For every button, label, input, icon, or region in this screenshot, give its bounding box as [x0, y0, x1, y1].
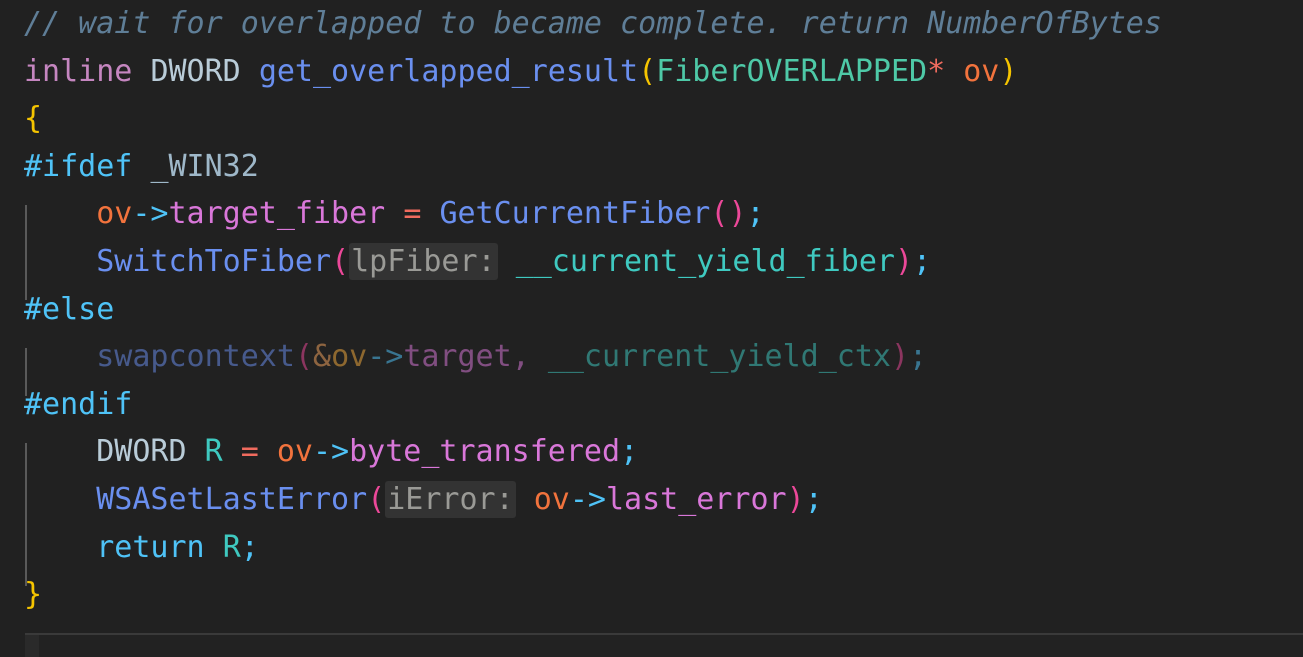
function-swapcontext: swapcontext [96, 339, 295, 375]
local-variable-r: R [222, 529, 241, 565]
code-line-7[interactable]: #else [0, 286, 1303, 334]
type-dword: DWORD [150, 53, 241, 89]
paren-open: ( [367, 481, 386, 517]
code-line-8[interactable]: swapcontext(&ov->target, __current_yield… [0, 333, 1303, 381]
paren-open: ( [294, 339, 313, 375]
code-line-12[interactable]: return R; [0, 524, 1303, 572]
global-current-yield-fiber: __current_yield_fiber [515, 243, 895, 279]
arrow-operator: -> [132, 196, 169, 232]
inlay-hint-lpfiber[interactable]: lpFiber: [349, 242, 498, 280]
semicolon: ; [746, 196, 765, 232]
code-line-4[interactable]: #ifdef _WIN32 [0, 143, 1303, 191]
paren-close: ) [999, 53, 1018, 89]
function-wsasetlasterror: WSASetLastError [96, 481, 368, 517]
variable-ov: ov [331, 339, 368, 375]
assign-operator: = [403, 196, 422, 232]
code-lines-container[interactable]: // wait for overlapped to became complet… [0, 0, 1303, 630]
semicolon: ; [913, 243, 932, 279]
code-editor[interactable]: // wait for overlapped to became complet… [0, 0, 1303, 657]
function-name: get_overlapped_result [258, 53, 639, 89]
assign-operator: = [240, 434, 259, 470]
address-of-operator: & [313, 339, 332, 375]
paren-open: ( [638, 53, 657, 89]
paren-open: ( [331, 243, 350, 279]
class-name-token: FiberOVERLAPPED [656, 53, 928, 89]
preprocessor-endif: #endif [24, 386, 133, 422]
member-last-error: last_error [606, 481, 787, 517]
member-target: target [403, 339, 512, 375]
code-line-1[interactable]: // wait for overlapped to became complet… [0, 0, 1303, 48]
brace-close: } [24, 577, 43, 613]
code-line-6[interactable]: SwitchToFiber(lpFiber: __current_yield_f… [0, 238, 1303, 286]
param-name: ov [963, 53, 1000, 89]
code-line-11[interactable]: WSASetLastError(iError: ov->last_error); [0, 476, 1303, 524]
member-target-fiber: target_fiber [168, 196, 386, 232]
paren-close: ) [786, 481, 805, 517]
paren-close: ) [894, 243, 914, 279]
local-variable-r: R [204, 434, 223, 470]
paren-close: ) [728, 196, 747, 232]
keyword-inline: inline [24, 53, 133, 89]
preprocessor-else: #else [24, 291, 115, 327]
preprocessor-ifdef: #ifdef [24, 148, 133, 184]
global-current-yield-ctx: __current_yield_ctx [547, 339, 891, 375]
inlay-hint-ierror[interactable]: iError: [385, 480, 516, 518]
member-byte-transfered: byte_transfered [349, 434, 621, 470]
arrow-operator: -> [313, 434, 350, 470]
comma: , [511, 339, 530, 375]
code-line-2[interactable]: inline DWORD get_overlapped_result(Fiber… [0, 48, 1303, 96]
semicolon: ; [240, 529, 259, 565]
arrow-operator: -> [367, 339, 404, 375]
semicolon: ; [909, 339, 928, 375]
code-line-13[interactable]: } [0, 571, 1303, 619]
variable-ov: ov [276, 434, 313, 470]
semicolon: ; [804, 481, 823, 517]
arrow-operator: -> [569, 481, 606, 517]
function-switchtofiber: SwitchToFiber [96, 243, 332, 279]
code-line-5[interactable]: ov->target_fiber = GetCurrentFiber(); [0, 190, 1303, 238]
keyword-return: return [96, 529, 205, 565]
variable-ov: ov [533, 481, 570, 517]
variable-ov: ov [96, 196, 133, 232]
pointer-star: * [927, 53, 946, 89]
bottom-panel-gutter [25, 635, 39, 657]
bottom-panel[interactable] [25, 633, 1303, 657]
macro-win32: _WIN32 [150, 148, 259, 184]
function-getcurrentfiber: GetCurrentFiber [439, 196, 711, 232]
code-line-10[interactable]: DWORD R = ov->byte_transfered; [0, 428, 1303, 476]
code-line-9[interactable]: #endif [0, 381, 1303, 429]
type-dword: DWORD [96, 434, 187, 470]
comment-token: // wait for overlapped to became complet… [24, 6, 1162, 41]
code-line-3[interactable]: { [0, 95, 1303, 143]
paren-close: ) [890, 339, 910, 375]
paren-open: ( [710, 196, 729, 232]
brace-open: { [24, 101, 43, 137]
semicolon: ; [620, 434, 639, 470]
